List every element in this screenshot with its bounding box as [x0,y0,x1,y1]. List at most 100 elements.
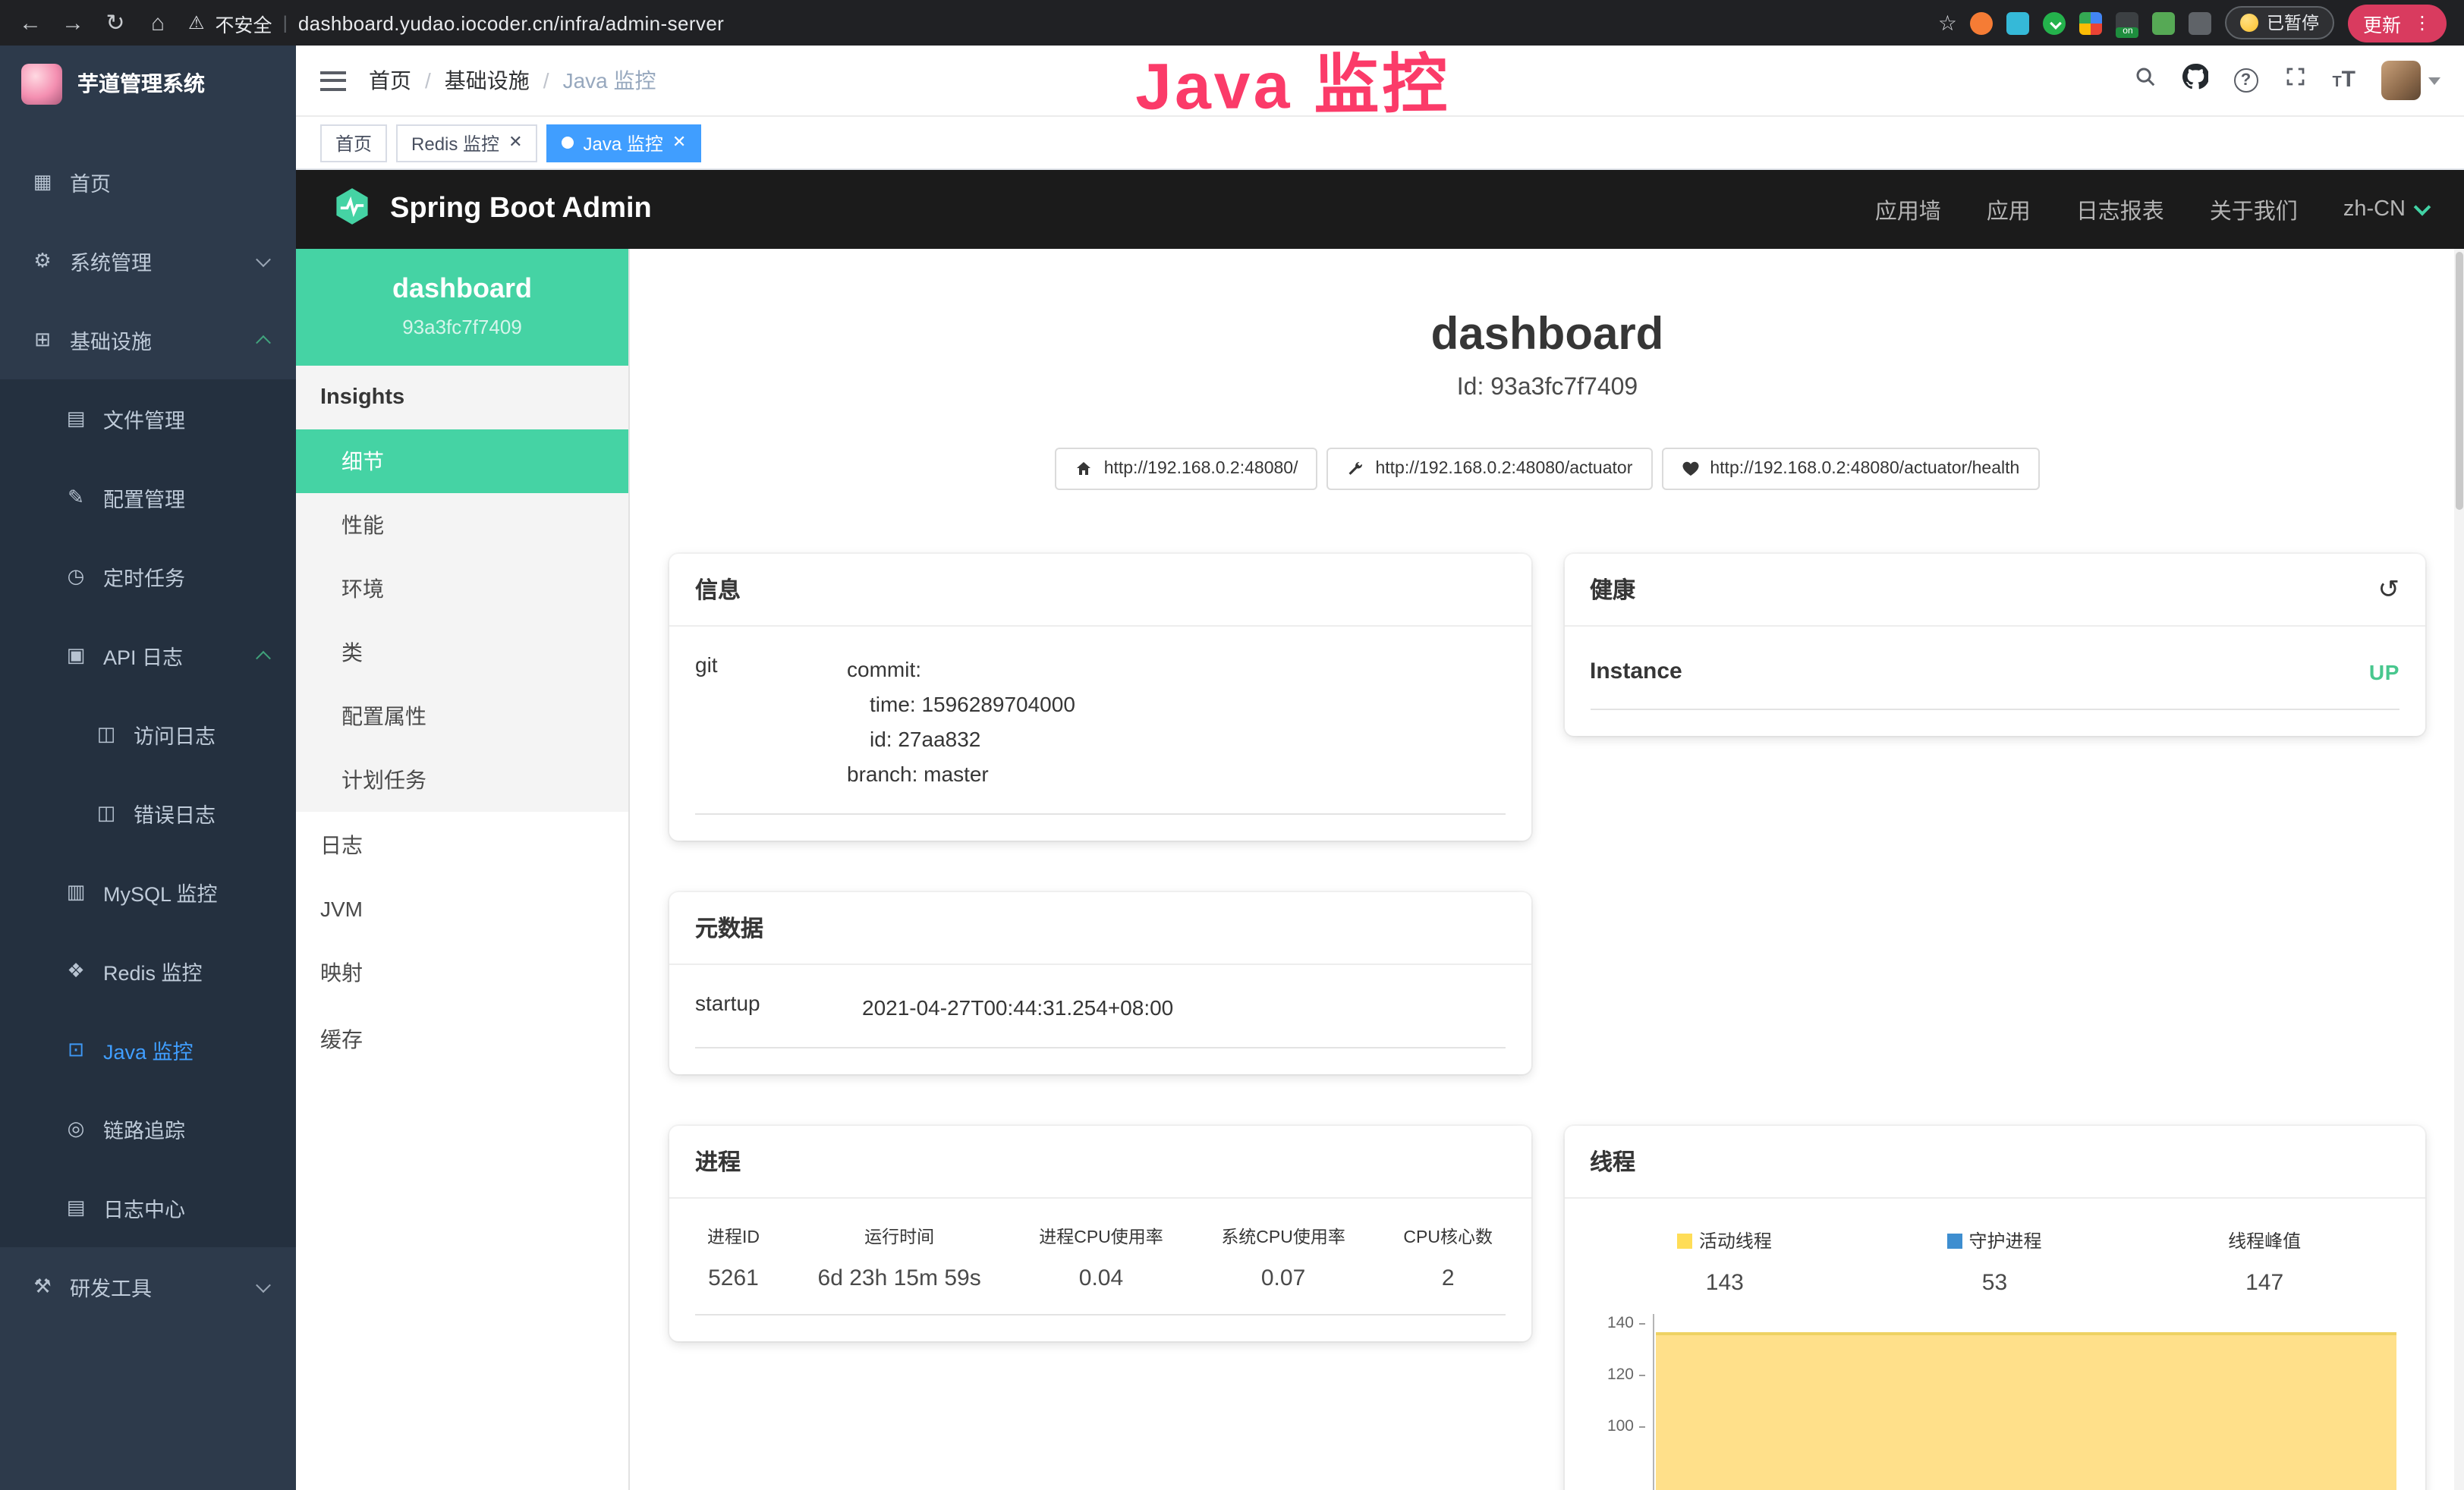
sba-item-details[interactable]: 细节 [296,429,628,493]
url-separator-icon: | [283,12,288,33]
sba-brand[interactable]: Spring Boot Admin [390,193,652,226]
sba-item-scheduled-tasks[interactable]: 计划任务 [296,748,628,812]
sba-nav-about[interactable]: 关于我们 [2210,193,2298,225]
tab-java-monitor[interactable]: Java 监控 ✕ [547,124,702,162]
scrollbar[interactable] [2454,249,2464,1490]
sba-logo-icon [332,186,372,233]
health-url-button[interactable]: http://192.168.0.2:48080/actuator/health [1661,448,2039,490]
menu-label: 配置管理 [103,483,185,513]
sba-app-name: dashboard [311,273,613,305]
menu-item-api-log[interactable]: ▣ API 日志 [0,616,296,695]
app-sidebar: 芋道管理系统 ▦ 首页 ⚙ 系统管理 ⊞ 基础设施 ▤ [0,46,296,1490]
info-value: commit: time: 1596289704000 id: 27aa832 … [847,652,1075,793]
close-icon[interactable]: ✕ [672,134,686,151]
menu-item-system[interactable]: ⚙ 系统管理 [0,222,296,300]
active-dot-icon [562,137,574,149]
sba-nav-applications[interactable]: 应用 [1987,193,2031,225]
user-menu[interactable] [2381,61,2440,100]
menu-item-java-monitor[interactable]: ⊡ Java 监控 [0,1011,296,1089]
y-axis [1652,1315,1654,1490]
tab-home[interactable]: 首页 [320,124,387,162]
update-button[interactable]: 更新 ⋮ [2348,4,2447,42]
breadcrumb-home[interactable]: 首页 [369,65,411,96]
menu-item-home[interactable]: ▦ 首页 [0,143,296,222]
help-icon[interactable]: ? [2233,68,2258,93]
extension-icon[interactable] [1971,11,1994,34]
extension-icon-on[interactable]: on [2116,11,2139,34]
hamburger-icon[interactable] [320,71,346,90]
menu-item-jobs[interactable]: ◷ 定时任务 [0,537,296,616]
font-size-icon[interactable]: TT [2332,67,2355,94]
sba-item-performance[interactable]: 性能 [296,493,628,557]
sba-item-classes[interactable]: 类 [296,621,628,684]
fullscreen-icon[interactable] [2283,65,2306,96]
security-label: 不安全 [216,8,272,37]
close-icon[interactable]: ✕ [508,134,522,151]
metadata-card: 元数据 startup 2021-04-27T00:44:31.254+08:0… [669,893,1531,1075]
menu-item-access-log[interactable]: ◫ 访问日志 [0,695,296,774]
extension-icon[interactable] [2044,11,2066,34]
instance-links: http://192.168.0.2:48080/ http://192.168… [669,448,2425,490]
menu-item-redis[interactable]: ❖ Redis 监控 [0,932,296,1011]
process-col-process-cpu: 进程CPU使用率 0.04 [1039,1225,1163,1292]
extension-icon[interactable] [2153,11,2176,34]
back-icon[interactable]: ← [18,10,42,36]
history-icon[interactable]: ↺ [2378,577,2400,602]
github-icon[interactable] [2182,64,2208,97]
sba-nav-journal[interactable]: 日志报表 [2076,193,2164,225]
metadata-value: 2021-04-27T00:44:31.254+08:00 [862,992,1173,1026]
menu-item-error-log[interactable]: ◫ 错误日志 [0,774,296,853]
infrastructure-icon: ⊞ [30,328,55,352]
menu-item-dev-tools[interactable]: ⚒ 研发工具 [0,1247,296,1326]
log-center-icon: ▤ [64,1196,88,1220]
health-instance-row[interactable]: Instance UP [1590,652,2399,710]
sba-locale-select[interactable]: zh-CN [2343,197,2428,222]
actuator-url-button[interactable]: http://192.168.0.2:48080/actuator [1326,448,1652,490]
metadata-row-startup: startup 2021-04-27T00:44:31.254+08:00 [695,992,1505,1049]
instance-url-button[interactable]: http://192.168.0.2:48080/ [1056,448,1318,490]
sba-item-logs[interactable]: 日志 [296,812,628,879]
sba-item-config-props[interactable]: 配置属性 [296,684,628,748]
address-bar[interactable]: ⚠ 不安全 | dashboard.yudao.iocoder.cn/infra… [188,8,724,37]
extension-icon[interactable] [2007,11,2030,34]
health-url: http://192.168.0.2:48080/actuator/health [1710,460,2019,478]
sba-nav-wallboard[interactable]: 应用墙 [1875,193,1941,225]
paused-label: 已暂停 [2267,11,2319,35]
sba-sidebar: dashboard 93a3fc7f7409 Insights 细节 性能 环境… [296,249,630,1490]
info-key: git [695,652,847,793]
threads-card: 线程 活动线程 143 [1564,1127,2425,1490]
home-icon[interactable]: ⌂ [146,10,170,36]
main-menu: ▦ 首页 ⚙ 系统管理 ⊞ 基础设施 ▤ 文件管理 [0,121,296,1326]
threads-legend: 活动线程 143 守护进程 53 [1590,1228,2399,1297]
sba-item-jvm[interactable]: JVM [296,879,628,939]
sba-item-caches[interactable]: 缓存 [296,1006,628,1073]
breadcrumb-infra[interactable]: 基础设施 [445,65,530,96]
tab-redis-monitor[interactable]: Redis 监控 ✕ [396,124,537,162]
threads-card-title: 线程 [1590,1146,1635,1178]
bookmark-star-icon[interactable]: ☆ [1938,10,1957,36]
sba-item-environment[interactable]: 环境 [296,557,628,621]
menu-item-files[interactable]: ▤ 文件管理 [0,379,296,458]
home-icon [1075,460,1094,478]
access-log-icon: ◫ [94,722,118,747]
paused-badge[interactable]: 已暂停 [2226,6,2334,39]
menu-item-log-center[interactable]: ▤ 日志中心 [0,1168,296,1247]
forward-icon[interactable]: → [61,10,85,36]
y-tick: 100 [1590,1418,1644,1436]
puzzle-extension-icon[interactable] [2189,11,2212,34]
reload-icon[interactable]: ↻ [103,9,127,36]
apps-grid-icon[interactable] [2080,11,2103,34]
menu-item-infra[interactable]: ⊞ 基础设施 [0,300,296,379]
chrome-toolbar: ☆ on 已暂停 更新 ⋮ [1938,4,2447,42]
menu-label: Java 监控 [103,1035,194,1065]
cards-area: 信息 git commit: time: 1596289704000 [669,554,2425,1490]
search-icon[interactable] [2133,65,2156,96]
scrollbar-thumb[interactable] [2456,252,2463,510]
info-card-title: 信息 [695,574,741,605]
menu-item-mysql[interactable]: ▥ MySQL 监控 [0,853,296,932]
menu-item-config[interactable]: ✎ 配置管理 [0,458,296,537]
breadcrumb-current: Java 监控 [563,65,656,96]
menu-item-tracing[interactable]: ◎ 链路追踪 [0,1089,296,1168]
sba-app-header[interactable]: dashboard 93a3fc7f7409 [296,249,628,366]
sba-item-mappings[interactable]: 映射 [296,939,628,1006]
